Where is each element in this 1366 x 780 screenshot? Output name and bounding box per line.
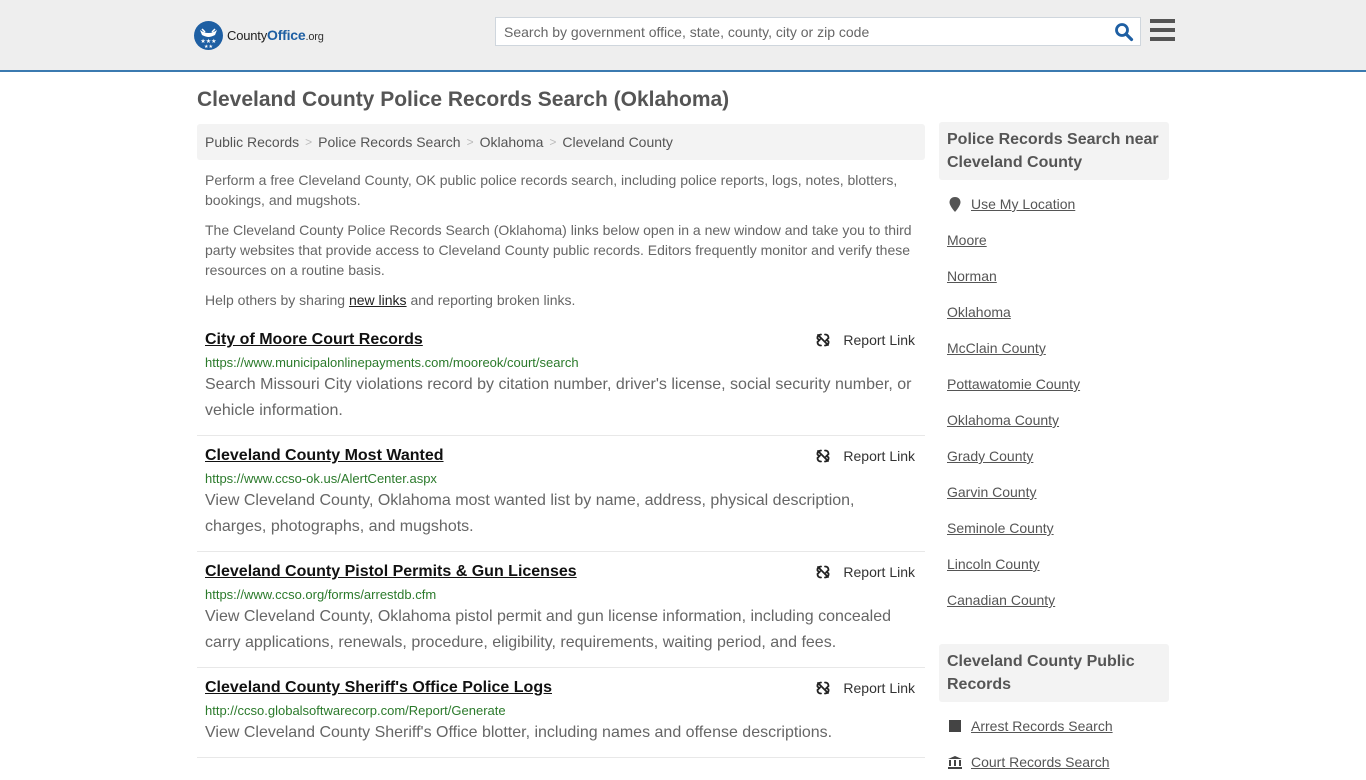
breadcrumb-cleveland-county[interactable]: Cleveland County — [562, 134, 673, 150]
report-link-button[interactable]: Report Link — [815, 332, 915, 348]
sidebar-public-records: Cleveland County Public Records Arrest R… — [939, 644, 1169, 780]
result-item: Cleveland County Most Wanted Report Link… — [197, 436, 925, 552]
breadcrumb-separator: > — [466, 135, 474, 149]
site-logo[interactable]: ★★★ ★★ CountyOffice.org — [194, 20, 324, 50]
result-title-link[interactable]: Cleveland County Sheriff's Office Police… — [205, 678, 552, 698]
nearby-item: Norman — [947, 258, 1169, 294]
nearby-item: Garvin County — [947, 474, 1169, 510]
courthouse-icon — [947, 755, 963, 769]
search-input[interactable] — [496, 18, 1106, 45]
report-link-button[interactable]: Report Link — [815, 564, 915, 580]
nearby-link-seminole-county[interactable]: Seminole County — [947, 520, 1054, 536]
result-description: View Cleveland County, Oklahoma pistol p… — [205, 608, 892, 651]
use-my-location-item: Use My Location — [947, 186, 1169, 222]
new-links-link[interactable]: new links — [349, 292, 407, 308]
nearby-item: Lincoln County — [947, 546, 1169, 582]
sidebar-public-records-heading: Cleveland County Public Records — [939, 644, 1169, 702]
nearby-item: Oklahoma County — [947, 402, 1169, 438]
public-records-item: Arrest Records Search — [947, 708, 1169, 744]
breadcrumb-separator: > — [305, 135, 313, 149]
nearby-list: Use My Location Moore Norman Oklahoma Mc… — [939, 186, 1169, 618]
site-header: ★★★ ★★ CountyOffice.org — [0, 0, 1366, 72]
nearby-item: Oklahoma — [947, 294, 1169, 330]
eagle-logo-icon: ★★★ ★★ — [194, 20, 223, 50]
breadcrumb-oklahoma[interactable]: Oklahoma — [480, 134, 544, 150]
report-link-button[interactable]: Report Link — [815, 680, 915, 696]
nearby-item: McClain County — [947, 330, 1169, 366]
intro-paragraph-1: Perform a free Cleveland County, OK publ… — [205, 172, 898, 208]
nearby-item: Grady County — [947, 438, 1169, 474]
nearby-link-oklahoma[interactable]: Oklahoma — [947, 304, 1011, 320]
nearby-link-canadian-county[interactable]: Canadian County — [947, 592, 1055, 608]
result-item: Cleveland County Sheriff's Office Police… — [197, 668, 925, 758]
nearby-item: Moore — [947, 222, 1169, 258]
broken-link-icon — [816, 333, 830, 347]
result-url: https://www.ccso.org/forms/arrestdb.cfm — [205, 587, 437, 602]
report-link-button[interactable]: Report Link — [815, 448, 915, 464]
arrest-records-search-link[interactable]: Arrest Records Search — [971, 718, 1113, 734]
result-item: Cleveland County Pistol Permits & Gun Li… — [197, 552, 925, 668]
breadcrumb-police-records-search[interactable]: Police Records Search — [318, 134, 460, 150]
search-box — [495, 17, 1141, 46]
page-title: Cleveland County Police Records Search (… — [197, 88, 730, 111]
result-item: City of Moore Court Records Report Link … — [197, 320, 925, 436]
square-icon — [947, 720, 963, 732]
sidebar-nearby: Police Records Search near Cleveland Cou… — [939, 122, 1169, 618]
public-records-list: Arrest Records Search Court Records Sear… — [939, 708, 1169, 780]
nearby-link-grady-county[interactable]: Grady County — [947, 448, 1033, 464]
intro-text: Perform a free Cleveland County, OK publ… — [205, 170, 920, 320]
result-url: https://www.municipalonlinepayments.com/… — [205, 355, 579, 370]
nearby-link-lincoln-county[interactable]: Lincoln County — [947, 556, 1040, 572]
sidebar-nearby-heading: Police Records Search near Cleveland Cou… — [939, 122, 1169, 180]
nearby-link-pottawatomie-county[interactable]: Pottawatomie County — [947, 376, 1080, 392]
map-pin-icon — [947, 196, 963, 212]
result-title-link[interactable]: Cleveland County Most Wanted — [205, 446, 444, 466]
public-records-item: Court Records Search — [947, 744, 1169, 780]
result-url: https://www.ccso-ok.us/AlertCenter.aspx — [205, 471, 437, 486]
breadcrumb: Public Records > Police Records Search >… — [197, 124, 925, 160]
result-title-link[interactable]: Cleveland County Pistol Permits & Gun Li… — [205, 562, 577, 582]
result-description: Search Missouri City violations record b… — [205, 376, 912, 419]
broken-link-icon — [816, 681, 830, 695]
breadcrumb-separator: > — [549, 135, 557, 149]
results-list: City of Moore Court Records Report Link … — [197, 320, 925, 758]
hamburger-menu-icon[interactable] — [1150, 19, 1175, 41]
search-icon[interactable] — [1114, 22, 1134, 42]
broken-link-icon — [816, 565, 830, 579]
nearby-item: Seminole County — [947, 510, 1169, 546]
intro-paragraph-2: The Cleveland County Police Records Sear… — [205, 222, 912, 278]
intro-paragraph-3: Help others by sharing new links and rep… — [205, 292, 576, 308]
result-description: View Cleveland County Sheriff's Office b… — [205, 724, 833, 741]
nearby-link-moore[interactable]: Moore — [947, 232, 987, 248]
use-my-location-link[interactable]: Use My Location — [971, 196, 1075, 212]
svg-text:★★: ★★ — [204, 44, 213, 50]
nearby-link-garvin-county[interactable]: Garvin County — [947, 484, 1036, 500]
nearby-link-mcclain-county[interactable]: McClain County — [947, 340, 1046, 356]
nearby-item: Pottawatomie County — [947, 366, 1169, 402]
breadcrumb-public-records[interactable]: Public Records — [205, 134, 299, 150]
result-description: View Cleveland County, Oklahoma most wan… — [205, 492, 855, 535]
nearby-item: Canadian County — [947, 582, 1169, 618]
nearby-link-oklahoma-county[interactable]: Oklahoma County — [947, 412, 1059, 428]
result-title-link[interactable]: City of Moore Court Records — [205, 330, 423, 350]
nearby-link-norman[interactable]: Norman — [947, 268, 997, 284]
logo-text: CountyOffice.org — [227, 27, 324, 43]
broken-link-icon — [816, 449, 830, 463]
result-url: http://ccso.globalsoftwarecorp.com/Repor… — [205, 703, 506, 718]
